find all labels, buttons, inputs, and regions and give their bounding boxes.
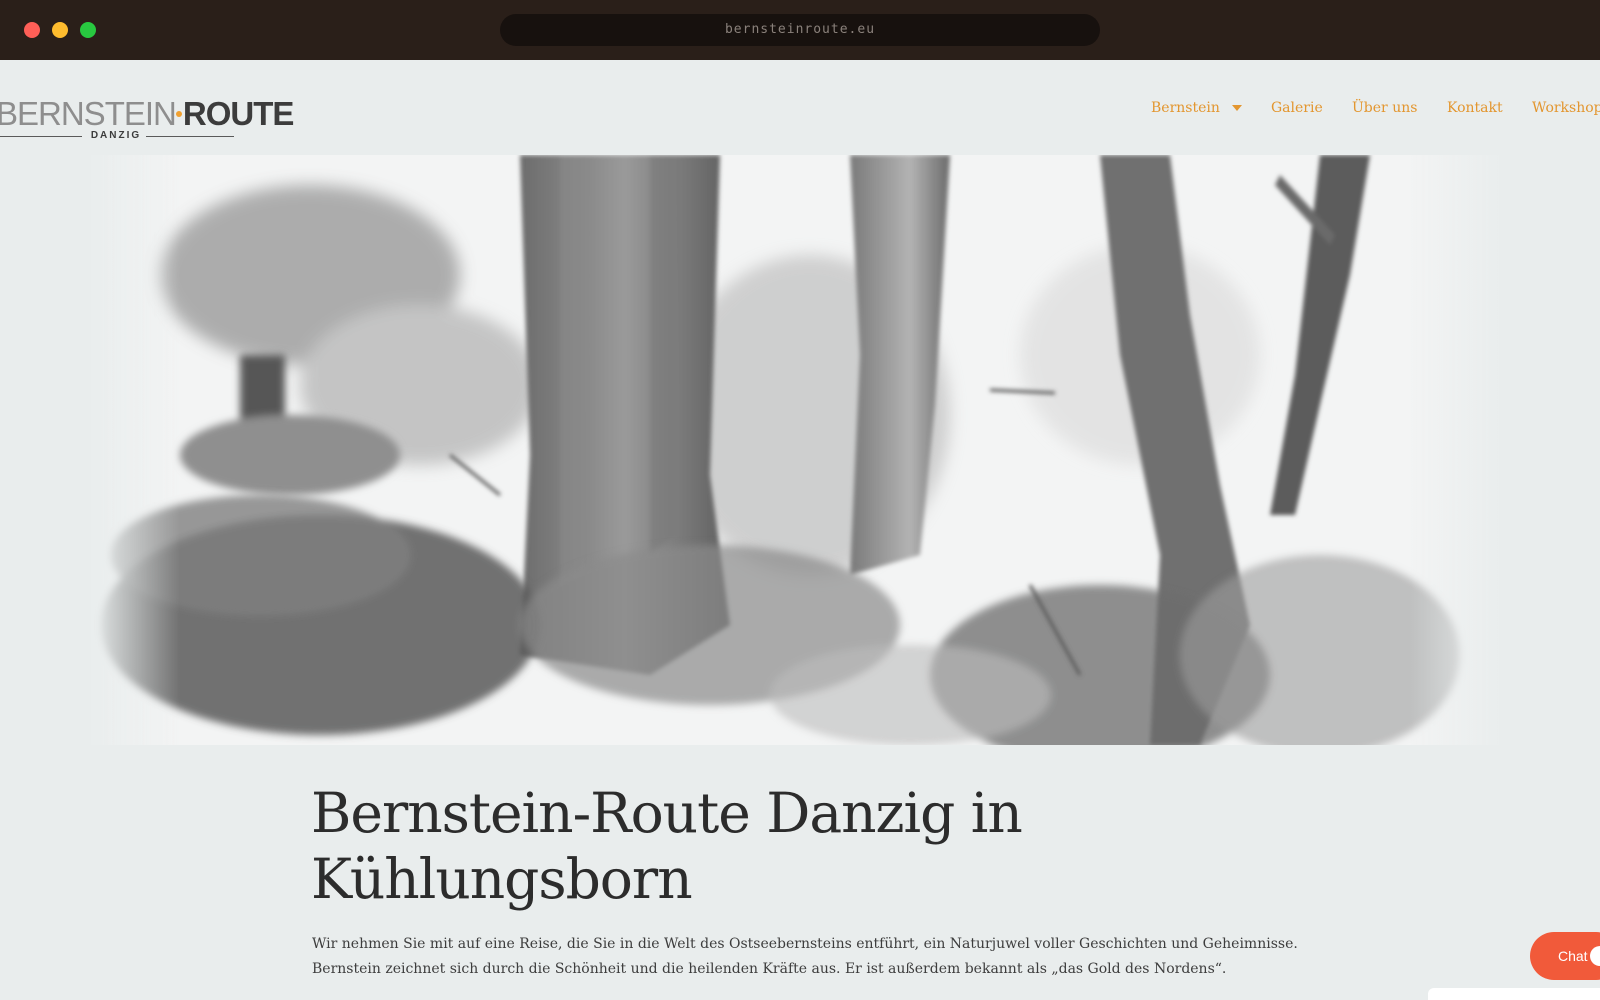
nav-item-bernstein[interactable]: Bernstein xyxy=(1151,96,1242,120)
main-navigation: Bernstein Galerie Über uns Kontakt Works… xyxy=(0,96,1600,120)
forest-watercolor-image xyxy=(90,155,1500,745)
nav-item-ueber-uns[interactable]: Über uns xyxy=(1352,96,1417,120)
page-title: Bernstein-Route Danzig in Kühlungsborn xyxy=(311,780,1211,912)
chat-button-label: Chat xyxy=(1558,948,1588,964)
logo-rule-left xyxy=(0,136,82,137)
site-header: BERNSTEIN ROUTE DANZIG Bernstein Galerie … xyxy=(0,60,1600,155)
page-title-line-1: Bernstein-Route Danzig in xyxy=(311,781,1023,845)
nav-item-label: Bernstein xyxy=(1151,100,1220,116)
nav-item-kontakt[interactable]: Kontakt xyxy=(1447,96,1503,120)
chevron-down-icon xyxy=(1231,105,1242,111)
intro-paragraph: Wir nehmen Sie mit auf eine Reise, die S… xyxy=(312,936,1298,977)
browser-chrome: bernsteinroute.eu xyxy=(0,0,1600,60)
minimize-window-button[interactable] xyxy=(52,22,68,38)
close-window-button[interactable] xyxy=(24,22,40,38)
logo-subtitle: DANZIG xyxy=(90,130,142,141)
nav-item-galerie[interactable]: Galerie xyxy=(1271,96,1323,120)
chat-button[interactable]: Chat xyxy=(1530,932,1600,980)
logo-rule-right xyxy=(146,136,234,137)
nav-item-workshop[interactable]: Workshop xyxy=(1532,96,1600,120)
address-bar[interactable]: bernsteinroute.eu xyxy=(500,14,1100,46)
chat-bubble-icon xyxy=(1590,946,1600,966)
page-title-line-2: Kühlungsborn xyxy=(311,847,693,911)
maximize-window-button[interactable] xyxy=(80,22,96,38)
chat-panel-edge xyxy=(1428,988,1600,1000)
hero-forest-illustration xyxy=(90,155,1500,745)
